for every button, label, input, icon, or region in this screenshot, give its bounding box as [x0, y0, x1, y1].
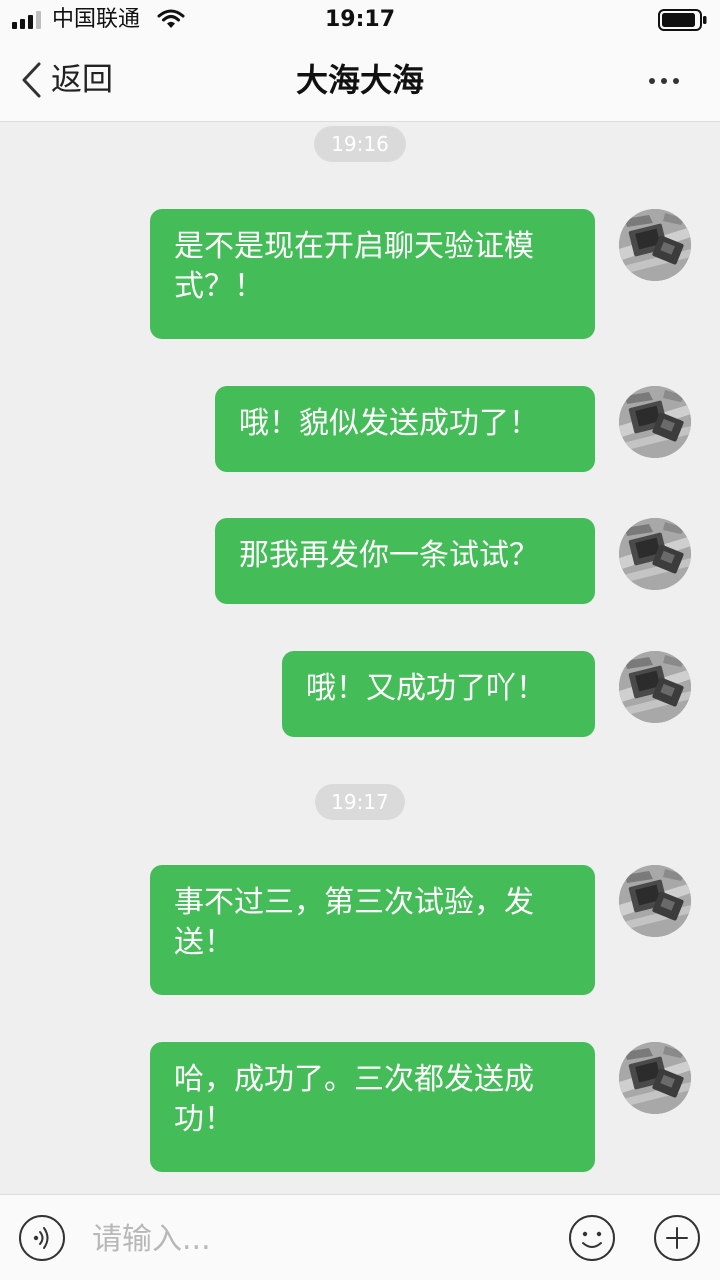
voice-icon[interactable]: [18, 1214, 66, 1262]
status-time: 19:17: [324, 7, 396, 32]
message-input[interactable]: [90, 1215, 534, 1263]
chat-area[interactable]: 19:16 是不是现在开启聊天验证模式？！ 哦！貌似发送成功了！ 那我再发你一条…: [0, 122, 720, 1194]
message-bubble[interactable]: 是不是现在开启聊天验证模式？！: [150, 209, 595, 339]
avatar[interactable]: [619, 651, 691, 723]
message-bubble[interactable]: 那我再发你一条试试？: [215, 518, 595, 604]
avatar-image: [619, 865, 691, 937]
battery-icon: [658, 9, 707, 31]
message-bubble[interactable]: 哦！貌似发送成功了！: [215, 386, 595, 472]
avatar-image: [619, 651, 691, 723]
avatar[interactable]: [619, 1042, 691, 1114]
message-row: 是不是现在开启聊天验证模式？！: [0, 209, 720, 339]
message-row: 那我再发你一条试试？: [0, 518, 720, 604]
more-icon[interactable]: [640, 66, 688, 96]
avatar-image: [619, 209, 691, 281]
status-bar: 中国联通 19:17: [0, 0, 720, 40]
avatar[interactable]: [619, 386, 691, 458]
message-row: 哦！貌似发送成功了！: [0, 386, 720, 472]
avatar-image: [619, 518, 691, 590]
message-bubble[interactable]: 事不过三，第三次试验，发送！: [150, 865, 595, 995]
back-button[interactable]: 返回: [20, 58, 113, 102]
avatar[interactable]: [619, 518, 691, 590]
avatar-image: [619, 386, 691, 458]
chevron-left-icon: [22, 62, 41, 98]
avatar[interactable]: [619, 865, 691, 937]
message-bubble[interactable]: 哈，成功了。三次都发送成功！: [150, 1042, 595, 1172]
timestamp: 19:16: [314, 126, 406, 162]
message-row: 哈，成功了。三次都发送成功！: [0, 1042, 720, 1172]
message-row: 哦！又成功了吖！: [0, 651, 720, 737]
avatar[interactable]: [619, 209, 691, 281]
input-bar: [0, 1194, 720, 1280]
back-label: 返回: [51, 62, 113, 98]
timestamp: 19:17: [315, 784, 405, 820]
avatar-image: [619, 1042, 691, 1114]
message-row: 事不过三，第三次试验，发送！: [0, 865, 720, 995]
message-bubble[interactable]: 哦！又成功了吖！: [282, 651, 595, 737]
emoji-icon[interactable]: [568, 1214, 616, 1262]
nav-bar: 返回 大海大海: [0, 40, 720, 122]
plus-icon[interactable]: [653, 1214, 701, 1262]
